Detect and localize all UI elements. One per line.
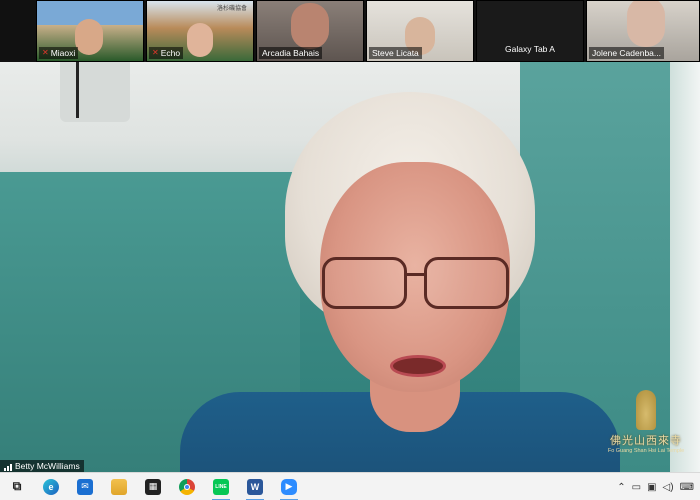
participant-face xyxy=(627,1,665,47)
tray-overflow-icon[interactable]: ⌃ xyxy=(617,482,625,493)
participant-thumb-6[interactable]: Jolene Cadenba... xyxy=(586,0,700,62)
participant-name-tag: Arcadia Bahais xyxy=(259,47,323,59)
participant-face xyxy=(75,19,103,55)
line-icon: LINE xyxy=(213,478,229,495)
windows-taskbar: ⧉ e ✉ ▦ LINE W ▶ ⌃ ▭ ▣ ◁) ⌨ xyxy=(0,472,700,500)
speaker-person xyxy=(180,92,620,472)
task-view-button[interactable]: ⧉ xyxy=(0,473,34,500)
thumb-banner: 洛杉磯協會 xyxy=(216,6,247,12)
watermark-subtitle: Fo Guang Shan Hsi Lai Temple xyxy=(607,448,685,454)
mic-muted-icon: ✕ xyxy=(42,48,49,57)
edge-icon: e xyxy=(43,478,59,495)
volume-icon[interactable]: ◁) xyxy=(663,482,674,493)
mail-button[interactable]: ✉ xyxy=(68,473,102,500)
participant-thumb-1[interactable]: ✕ Miaoxi xyxy=(36,0,144,62)
task-view-icon: ⧉ xyxy=(12,479,22,493)
participant-thumb-2[interactable]: 洛杉磯協會 ✕ Echo xyxy=(146,0,254,62)
ceiling-fan xyxy=(60,62,130,122)
battery-icon[interactable]: ▭ xyxy=(632,482,641,493)
line-button[interactable]: LINE xyxy=(204,473,238,500)
participant-thumb-3[interactable]: Arcadia Bahais xyxy=(256,0,364,62)
file-explorer-icon xyxy=(111,478,127,495)
participant-name-tag: Galaxy Tab A xyxy=(505,44,555,54)
zoom-icon: ▶ xyxy=(281,478,297,495)
participant-name-tag: Jolene Cadenba... xyxy=(589,47,664,59)
participant-name-tag: ✕ Miaoxi xyxy=(39,47,79,59)
glasses xyxy=(322,257,512,312)
glasses-lens xyxy=(322,257,407,309)
participant-strip: ✕ Miaoxi 洛杉磯協會 ✕ Echo Arcadia Bahais Steve… xyxy=(0,0,700,62)
word-icon: W xyxy=(247,478,263,495)
participant-face xyxy=(291,3,329,49)
word-button[interactable]: W xyxy=(238,473,272,500)
mic-muted-icon: ✕ xyxy=(152,48,159,57)
buddha-logo-icon xyxy=(636,390,656,430)
file-explorer-button[interactable] xyxy=(102,473,136,500)
network-icon[interactable]: ▣ xyxy=(647,482,656,493)
temple-watermark: 佛光山西來寺 Fo Guang Shan Hsi Lai Temple xyxy=(598,390,694,460)
mouth xyxy=(390,355,446,377)
edge-button[interactable]: e xyxy=(34,473,68,500)
signal-bars-icon xyxy=(4,463,12,471)
store-icon: ▦ xyxy=(145,478,161,495)
chrome-icon xyxy=(179,478,195,495)
keyboard-icon[interactable]: ⌨ xyxy=(680,482,694,493)
glasses-bridge xyxy=(404,273,426,276)
participant-name-tag: Steve Licata xyxy=(369,47,422,59)
zoom-button[interactable]: ▶ xyxy=(272,473,306,500)
store-button[interactable]: ▦ xyxy=(136,473,170,500)
participant-name-tag: ✕ Echo xyxy=(149,47,184,59)
active-speaker-video: 佛光山西來寺 Fo Guang Shan Hsi Lai Temple xyxy=(0,62,700,472)
participant-thumb-5[interactable]: Galaxy Tab A xyxy=(476,0,584,62)
chrome-button[interactable] xyxy=(170,473,204,500)
mail-icon: ✉ xyxy=(77,478,93,495)
participant-face xyxy=(187,23,213,57)
participant-thumb-4[interactable]: Steve Licata xyxy=(366,0,474,62)
system-tray: ⌃ ▭ ▣ ◁) ⌨ xyxy=(617,473,700,500)
fan-rod xyxy=(76,62,79,118)
watermark-title: 佛光山西來寺 xyxy=(610,435,682,447)
glasses-lens xyxy=(424,257,509,309)
